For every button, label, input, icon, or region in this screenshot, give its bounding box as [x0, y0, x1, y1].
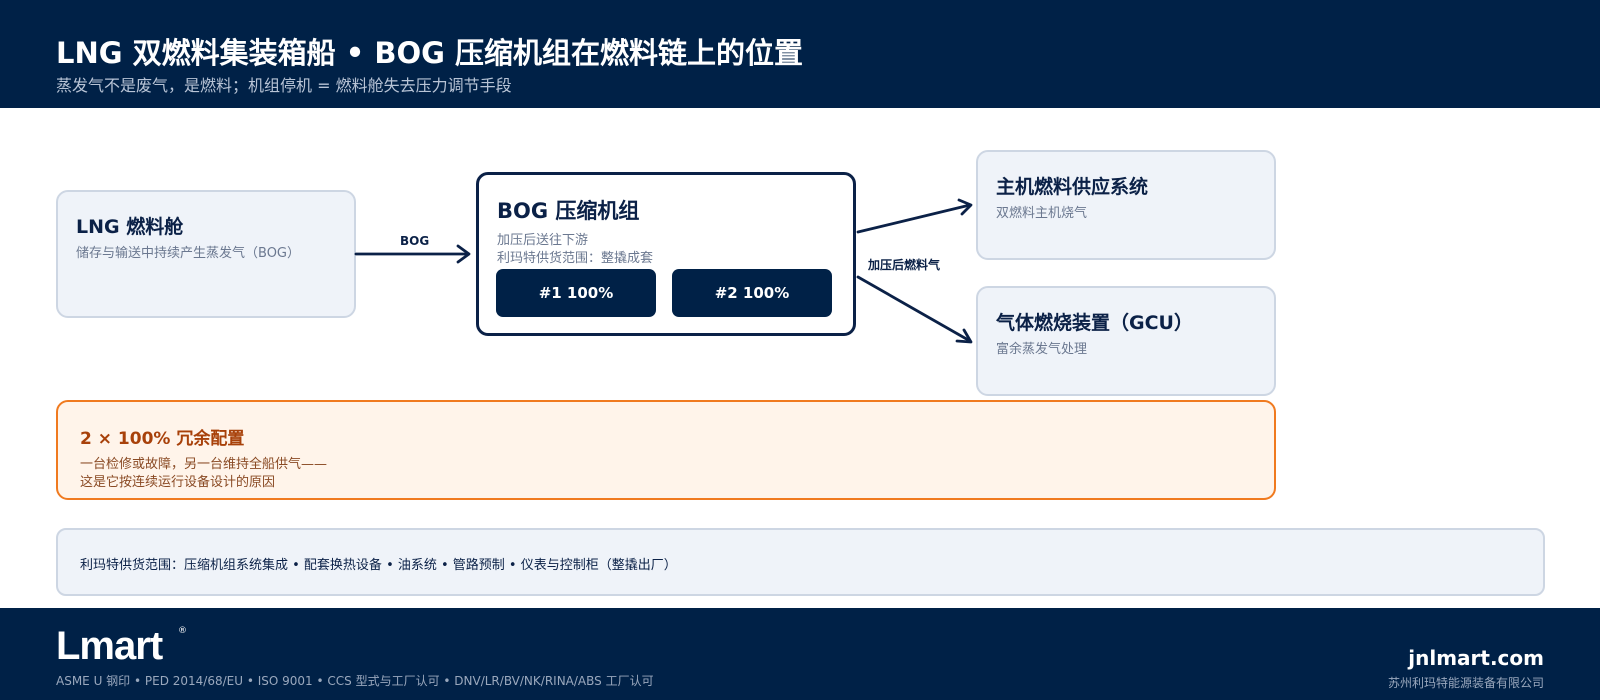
redundancy-callout: 2 × 100% 冗余配置 一台检修或故障，另一台维持全船供气—— 这是它按连续… — [56, 400, 1276, 500]
lng-tank-title: LNG 燃料舱 — [76, 216, 184, 238]
engine-flow-arrowhead — [957, 198, 973, 216]
bog-compressor-node: BOG 压缩机组 加压后送往下游 利玛特供货范围：整撬成套 #1 100% #2… — [476, 172, 856, 336]
redundancy-title: 2 × 100% 冗余配置 — [80, 429, 245, 449]
registered-mark: ® — [178, 626, 187, 636]
page-subtitle: 蒸发气不是废气，是燃料；机组停机 = 燃料舱失去压力调节手段 — [56, 76, 512, 95]
lng-tank-subtitle: 储存与输送中持续产生蒸发气（BOG） — [76, 246, 300, 261]
main-engine-fuel-node: 主机燃料供应系统 双燃料主机烧气 — [976, 150, 1276, 260]
redundancy-text-1: 一台检修或故障，另一台维持全船供气—— — [80, 457, 328, 472]
page-title: LNG 双燃料集装箱船 • BOG 压缩机组在燃料链上的位置 — [56, 36, 804, 70]
compressor-unit-1: #1 100% — [496, 269, 656, 317]
gcu-title: 气体燃烧装置（GCU） — [996, 312, 1193, 334]
header-banner: LNG 双燃料集装箱船 • BOG 压缩机组在燃料链上的位置 蒸发气不是废气，是… — [0, 0, 1600, 108]
engine-flow-arrow — [856, 203, 972, 234]
compressor-title: BOG 压缩机组 — [497, 199, 640, 223]
engine-subtitle: 双燃料主机烧气 — [996, 206, 1088, 221]
compressor-unit-2: #2 100% — [672, 269, 832, 317]
supply-scope-box: 利玛特供货范围：压缩机组系统集成 • 配套换热设备 • 油系统 • 管路预制 •… — [56, 528, 1545, 596]
company-name: 苏州利玛特能源装备有限公司 — [1387, 676, 1544, 690]
website-link[interactable]: jnlmart.com — [1408, 646, 1544, 670]
bog-flow-arrowhead — [456, 244, 471, 264]
compressor-desc-2: 利玛特供货范围：整撬成套 — [497, 251, 654, 266]
pressurized-gas-label: 加压后燃料气 — [868, 258, 941, 272]
gcu-flow-arrow — [856, 275, 972, 343]
lmart-logo: Lmart — [56, 624, 163, 668]
engine-title: 主机燃料供应系统 — [996, 176, 1149, 198]
compressor-desc-1: 加压后送往下游 — [497, 233, 589, 248]
redundancy-text-2: 这是它按连续运行设备设计的原因 — [80, 475, 276, 490]
supply-scope-text: 利玛特供货范围：压缩机组系统集成 • 配套换热设备 • 油系统 • 管路预制 •… — [80, 558, 677, 573]
gcu-node: 气体燃烧装置（GCU） 富余蒸发气处理 — [976, 286, 1276, 396]
bog-flow-label: BOG — [400, 234, 430, 248]
footer-bar: Lmart ® ASME U 钢印 • PED 2014/68/EU • ISO… — [0, 608, 1600, 700]
lng-tank-node: LNG 燃料舱 储存与输送中持续产生蒸发气（BOG） — [56, 190, 356, 318]
certifications-text: ASME U 钢印 • PED 2014/68/EU • ISO 9001 • … — [56, 674, 654, 688]
gcu-subtitle: 富余蒸发气处理 — [996, 342, 1088, 357]
gcu-flow-arrowhead — [955, 328, 973, 344]
